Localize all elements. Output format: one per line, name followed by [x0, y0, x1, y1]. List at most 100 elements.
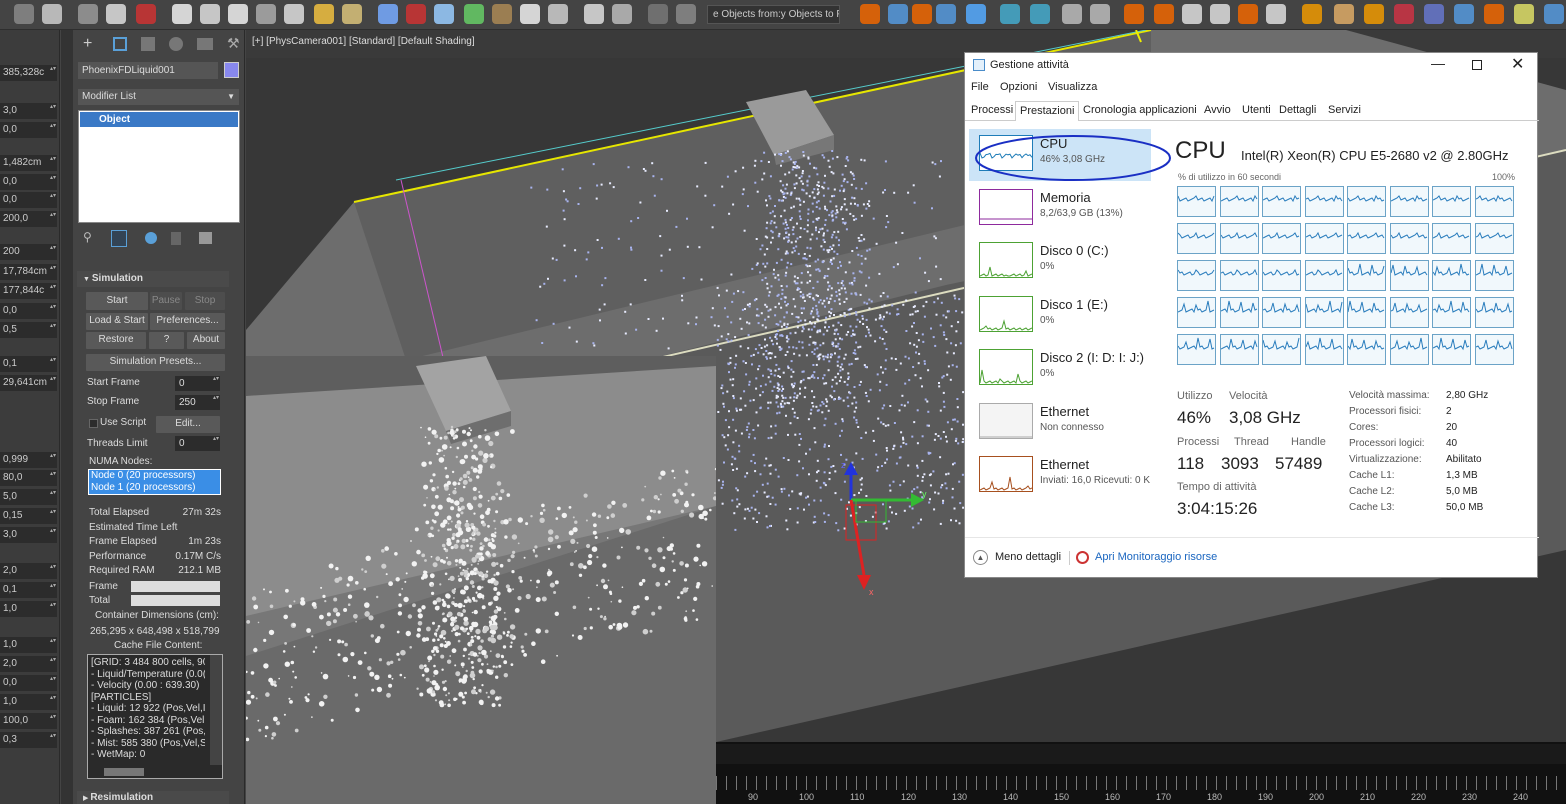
help-button[interactable]: ? — [149, 332, 184, 349]
numa-nodes-list[interactable]: Node 0 (20 processors) Node 1 (20 proces… — [88, 469, 221, 495]
toolbar-tool-icon[interactable] — [492, 4, 512, 24]
sidebar-item-ethernet[interactable]: Ethernet Inviati: 16,0 Ricevuti: 0 K — [969, 450, 1151, 502]
toolbar-tool-icon[interactable] — [342, 4, 362, 24]
stack-item-object[interactable]: Object — [80, 112, 238, 127]
remove-modifier-icon[interactable] — [171, 232, 181, 245]
tab-performance[interactable]: Prestazioni — [1015, 101, 1080, 121]
toolbar-tool-icon[interactable] — [464, 4, 484, 24]
toolbar-tool-icon[interactable] — [1154, 4, 1174, 24]
parameter-field[interactable]: 3,0 — [0, 527, 57, 543]
edit-script-button[interactable]: Edit... — [156, 416, 220, 433]
modifier-list-dropdown[interactable]: Modifier List ▼ — [78, 89, 239, 105]
toolbar-tool-icon[interactable] — [256, 4, 276, 24]
tab-services[interactable]: Servizi — [1324, 101, 1365, 121]
fewer-details-link[interactable]: Meno dettagli — [995, 551, 1061, 563]
toolbar-tool-icon[interactable] — [648, 4, 668, 24]
toolbar-tool-icon[interactable] — [1182, 4, 1202, 24]
tab-app-history[interactable]: Cronologia applicazioni — [1079, 101, 1201, 121]
parameter-field[interactable]: 0,1 — [0, 582, 57, 598]
toolbar-tool-icon[interactable] — [1424, 4, 1444, 24]
open-resource-monitor-link[interactable]: Apri Monitoraggio risorse — [1095, 551, 1217, 563]
toolbar-tool-icon[interactable] — [1124, 4, 1144, 24]
display-tab-icon[interactable] — [197, 38, 213, 50]
sidebar-item-disk[interactable]: Disco 2 (I: D: I: J:) 0% — [969, 343, 1151, 395]
panel-scrollbar[interactable] — [61, 30, 73, 804]
create-tab-icon[interactable]: + — [83, 35, 92, 53]
object-name-field[interactable]: PhoenixFDLiquid001 — [78, 62, 218, 79]
toolbar-tool-icon[interactable] — [228, 4, 248, 24]
use-script-checkbox[interactable] — [89, 419, 98, 428]
motion-tab-icon[interactable] — [169, 37, 183, 51]
utilities-tab-icon[interactable]: ⚒ — [227, 35, 240, 52]
parameter-field[interactable]: 100,0 — [0, 713, 57, 729]
toolbar-tool-icon[interactable] — [314, 4, 334, 24]
toolbar-tool-icon[interactable] — [42, 4, 62, 24]
toolbar-tool-icon[interactable] — [1454, 4, 1474, 24]
parameter-field[interactable]: 2,0 — [0, 656, 57, 672]
toolbar-tool-icon[interactable] — [520, 4, 540, 24]
parameter-field[interactable]: 5,0 — [0, 489, 57, 505]
parameter-field[interactable]: 0,1 — [0, 356, 57, 372]
tab-startup[interactable]: Avvio — [1200, 101, 1235, 121]
pause-button[interactable]: Pause — [150, 292, 182, 310]
sidebar-item-ethernet[interactable]: Ethernet Non connesso — [969, 397, 1151, 449]
maximize-icon[interactable] — [1472, 60, 1482, 70]
stop-button[interactable]: Stop — [185, 292, 225, 310]
timeline-ruler[interactable]: 90 100 110 120 130 140 150 160 170 180 190 200 210 22… — [716, 742, 1566, 804]
parameter-field[interactable]: 3,0 — [0, 103, 57, 119]
parameter-field[interactable]: 385,328c — [0, 65, 57, 81]
menu-options[interactable]: Opzioni — [1000, 81, 1037, 93]
parameter-field[interactable]: 0,0 — [0, 174, 57, 190]
toolbar-tool-icon[interactable] — [1302, 4, 1322, 24]
toolbar-tool-icon[interactable] — [1238, 4, 1258, 24]
toolbar-tool-icon[interactable] — [548, 4, 568, 24]
sidebar-item-disk[interactable]: Disco 1 (E:) 0% — [969, 290, 1151, 342]
toolbar-tool-icon[interactable] — [1334, 4, 1354, 24]
tab-processes[interactable]: Processi — [967, 101, 1017, 121]
viewport-label[interactable]: [+] [PhysCamera001] [Standard] [Default … — [252, 36, 475, 47]
sidebar-item-disk[interactable]: Disco 0 (C:) 0% — [969, 236, 1151, 288]
toolbar-tool-icon[interactable] — [1484, 4, 1504, 24]
toolbar-tool-icon[interactable] — [200, 4, 220, 24]
sidebar-item-memory[interactable]: Memoria 8,2/63,9 GB (13%) — [969, 183, 1151, 235]
toolbar-tool-icon[interactable] — [936, 4, 956, 24]
parameter-field[interactable]: 200,0 — [0, 211, 57, 227]
parameter-field[interactable]: 0,0 — [0, 303, 57, 319]
cache-horizontal-scrollbar[interactable] — [104, 768, 144, 776]
start-frame-field[interactable]: 0 — [175, 376, 220, 391]
minimize-icon[interactable]: — — [1431, 55, 1445, 71]
toolbar-tool-icon[interactable] — [912, 4, 932, 24]
parameter-field[interactable]: 177,844c — [0, 283, 57, 299]
parameter-field[interactable]: 1,482cm — [0, 155, 57, 171]
object-color-swatch[interactable] — [224, 62, 239, 78]
toolbar-tool-icon[interactable] — [1000, 4, 1020, 24]
numa-node-1[interactable]: Node 1 (20 processors) — [89, 482, 220, 494]
toolbar-tool-icon[interactable] — [1062, 4, 1082, 24]
menu-view[interactable]: Visualizza — [1048, 81, 1097, 93]
parameter-field[interactable]: 29,641cm — [0, 375, 57, 391]
toolbar-tool-icon[interactable] — [406, 4, 426, 24]
configure-sets-icon[interactable] — [199, 232, 212, 244]
toolbar-tool-icon[interactable] — [860, 4, 880, 24]
toolbar-tool-icon[interactable] — [106, 4, 126, 24]
hierarchy-tab-icon[interactable] — [141, 37, 155, 51]
show-end-result-icon[interactable] — [111, 230, 127, 247]
pin-stack-icon[interactable]: ⚲ — [83, 230, 92, 244]
toolbar-tool-icon[interactable] — [1030, 4, 1050, 24]
timeline-track[interactable] — [716, 744, 1566, 764]
about-button[interactable]: About — [187, 332, 225, 349]
start-button[interactable]: Start — [86, 292, 148, 310]
tab-details[interactable]: Dettagli — [1275, 101, 1320, 121]
toolbar-tool-icon[interactable] — [1394, 4, 1414, 24]
toolbar-tool-icon[interactable] — [1090, 4, 1110, 24]
close-icon[interactable]: ✕ — [1511, 54, 1524, 74]
parameter-field[interactable]: 0,999 — [0, 452, 57, 468]
parameter-field[interactable]: 17,784cm — [0, 264, 57, 280]
toolbar-tool-icon[interactable] — [1210, 4, 1230, 24]
simulation-presets-button[interactable]: Simulation Presets... — [86, 354, 225, 371]
simulation-rollout-header[interactable]: ▼ Simulation — [77, 271, 229, 287]
toolbar-tool-icon[interactable] — [1266, 4, 1286, 24]
restore-button[interactable]: Restore — [86, 332, 146, 349]
tab-users[interactable]: Utenti — [1238, 101, 1275, 121]
parameter-field[interactable]: 0,3 — [0, 732, 57, 748]
